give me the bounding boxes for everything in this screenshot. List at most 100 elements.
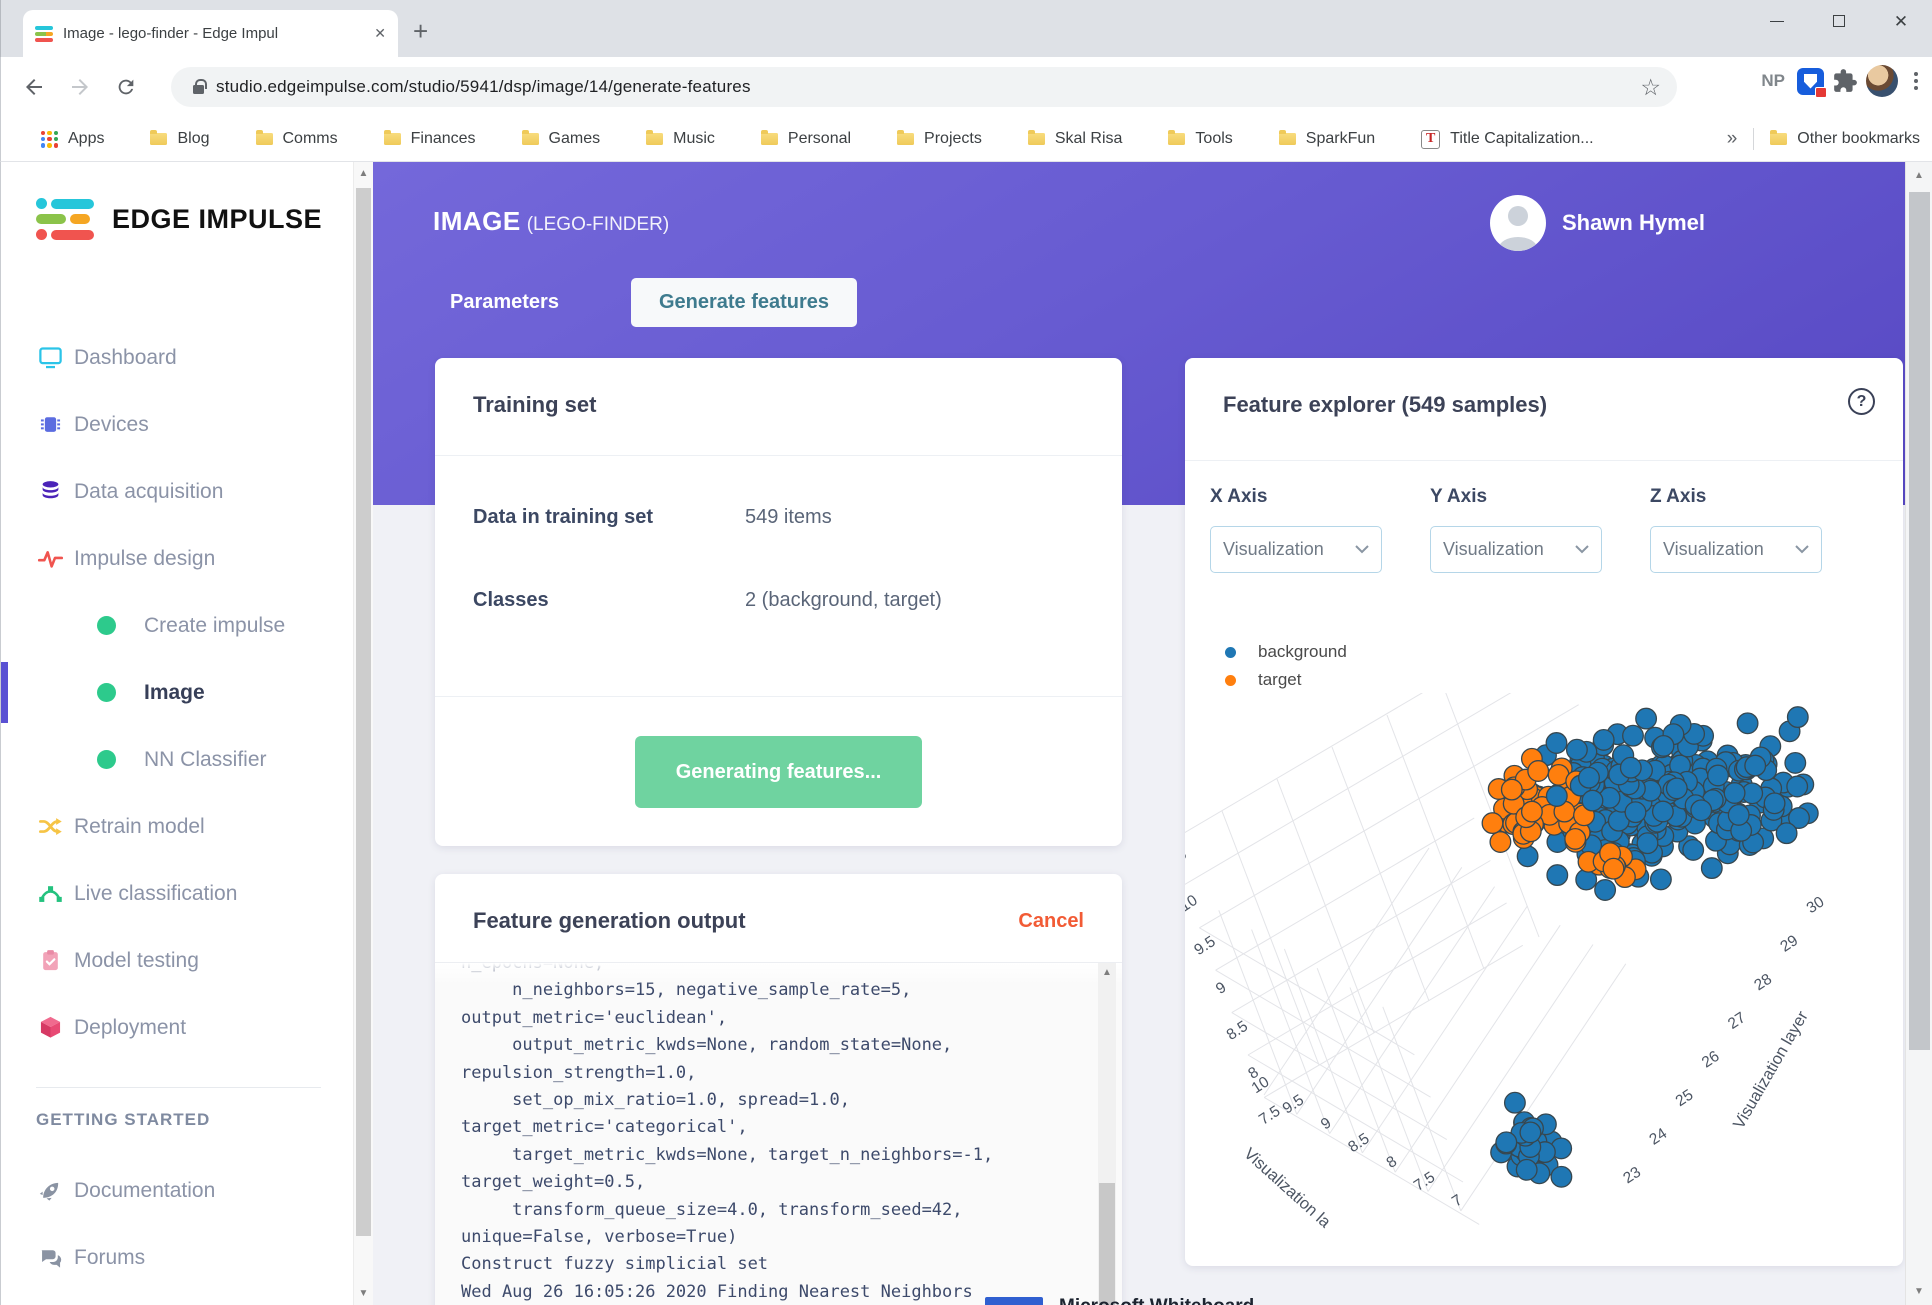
folder-icon (1027, 130, 1045, 145)
sidebar-scrollbar-thumb[interactable] (356, 188, 371, 1236)
sidebar-item-forums[interactable]: Forums (1, 1224, 353, 1291)
x-axis-select[interactable]: Visualization (1210, 526, 1382, 573)
bookmark-sparkfun[interactable]: SparkFun (1278, 130, 1375, 148)
legend-item-target[interactable]: target (1225, 666, 1347, 694)
user-menu[interactable]: Shawn Hymel (1489, 195, 1705, 251)
legend-item-background[interactable]: background (1225, 638, 1347, 666)
main-content: IMAGE (LEGO-FINDER) Parameters Generate f… (373, 162, 1905, 1305)
bookmarks-overflow-chevron[interactable]: » (1727, 128, 1738, 150)
x-axis-label: X Axis (1210, 486, 1268, 507)
page-scrollbar-thumb[interactable] (1909, 192, 1930, 1050)
training-items-value: 549 items (745, 506, 832, 528)
reload-button[interactable] (103, 64, 149, 110)
tab-generate-features[interactable]: Generate features (630, 278, 858, 327)
active-item-indicator (1, 662, 8, 723)
https-lock-icon[interactable] (193, 78, 207, 94)
sidebar-item-model-testing[interactable]: Model testing (1, 927, 353, 994)
bookmarks-bar: Apps Blog Comms Finances Games Music Personal P… (0, 117, 1932, 162)
sidebar-item-nn-classifier[interactable]: NN Classifier (1, 726, 353, 793)
edge-impulse-logo[interactable]: EDGE IMPULSE (36, 198, 322, 240)
sidebar-item-create-impulse[interactable]: Create impulse (1, 592, 353, 659)
folder-icon (150, 130, 168, 145)
scroll-down-icon[interactable]: ▼ (354, 1288, 373, 1299)
clipped-blue-element (985, 1297, 1043, 1305)
bookmark-projects[interactable]: Projects (897, 130, 982, 148)
sidebar-item-label: Image (144, 680, 205, 704)
sidebar-item-impulse-design[interactable]: Impulse design (1, 525, 353, 592)
legend-dot (1225, 646, 1236, 658)
rocket-icon (36, 1177, 64, 1205)
feature-explorer-3d-plot[interactable]: 10.5109.598.587.5109.598.587.57302928272… (1185, 693, 1903, 1263)
bookmark-personal[interactable]: Personal (760, 130, 851, 148)
bookmark-apps[interactable]: Apps (41, 130, 104, 148)
folder-icon (897, 130, 915, 145)
generating-features-button[interactable]: Generating features... (635, 736, 922, 808)
scroll-up-icon[interactable]: ▲ (1098, 967, 1116, 978)
new-tab-button[interactable]: + (413, 18, 428, 44)
scroll-down-icon[interactable]: ▼ (1906, 1286, 1932, 1297)
window-minimize-button[interactable] (1746, 0, 1808, 42)
address-bar[interactable]: studio.edgeimpulse.com/studio/5941/dsp/i… (171, 67, 1677, 107)
bookmark-finances[interactable]: Finances (383, 130, 476, 148)
window-close-button[interactable]: ✕ (1870, 0, 1932, 42)
clipped-bottom-text: Microsoft Whiteboard (985, 1294, 1325, 1305)
browser-titlebar: Image - lego-finder - Edge Impul ✕ + ✕ (0, 0, 1932, 57)
plot-tick-label: 7.5 (1411, 1169, 1438, 1195)
bookmark-comms[interactable]: Comms (255, 130, 338, 148)
sidebar-item-devices[interactable]: Devices (1, 391, 353, 458)
folder-icon (1168, 130, 1186, 145)
plot-tick-label: 29 (1777, 932, 1801, 956)
cancel-button[interactable]: Cancel (1018, 910, 1084, 933)
bookmark-title-capitalization[interactable]: T Title Capitalization... (1421, 129, 1594, 149)
z-axis-select[interactable]: Visualization (1650, 526, 1822, 573)
other-bookmarks-button[interactable]: Other bookmarks (1770, 130, 1920, 148)
folder-icon (521, 130, 539, 145)
sidebar-item-image[interactable]: Image (1, 659, 353, 726)
user-name: Shawn Hymel (1561, 210, 1705, 235)
y-axis-select[interactable]: Visualization (1430, 526, 1602, 573)
bitwarden-extension-icon[interactable] (1797, 67, 1827, 98)
feature-explorer-title: Feature explorer (549 samples) (1223, 392, 1548, 417)
sidebar-item-data-acquisition[interactable]: Data acquisition (1, 458, 353, 525)
sidebar-item-deployment[interactable]: Deployment (1, 994, 353, 1061)
extensions-puzzle-icon[interactable] (1832, 68, 1858, 94)
sidebar-scrollbar[interactable]: ▲ ▼ (353, 162, 373, 1305)
extension-np-badge[interactable]: NP (1757, 71, 1789, 91)
console-scrollbar[interactable]: ▲ (1098, 963, 1116, 1305)
sidebar-item-live-classification[interactable]: Live classification (1, 860, 353, 927)
plot-legend[interactable]: background target (1225, 638, 1347, 694)
browser-tab[interactable]: Image - lego-finder - Edge Impul ✕ (23, 10, 398, 57)
url-text[interactable]: studio.edgeimpulse.com/studio/5941/dsp/i… (216, 77, 751, 97)
sidebar-item-documentation[interactable]: Documentation (1, 1157, 353, 1224)
bookmark-games[interactable]: Games (521, 130, 600, 148)
window-maximize-button[interactable] (1808, 0, 1870, 42)
help-icon[interactable]: ? (1848, 388, 1875, 415)
bookmark-music[interactable]: Music (646, 130, 715, 148)
forward-button[interactable] (57, 64, 103, 110)
browser-profile-avatar[interactable] (1866, 65, 1898, 97)
sidebar-item-dashboard[interactable]: Dashboard (1, 324, 353, 391)
browser-menu-kebab-icon[interactable] (1906, 72, 1926, 90)
bookmark-star-icon[interactable]: ☆ (1640, 74, 1661, 101)
scroll-up-icon[interactable]: ▲ (354, 168, 373, 179)
console-output[interactable]: n_epochs=None, n_neighbors=15, negative_… (435, 962, 1122, 1305)
plot-tick-label: 26 (1699, 1048, 1723, 1072)
sidebar-item-label: Forums (74, 1245, 146, 1269)
sidebar: EDGE IMPULSE Dashboard Devices Data acquis… (0, 162, 353, 1305)
bookmark-blog[interactable]: Blog (150, 130, 210, 148)
shuffle-icon (36, 813, 64, 841)
bookmark-skal-risa[interactable]: Skal Risa (1027, 130, 1122, 148)
edge-impulse-favicon (35, 25, 53, 42)
sidebar-item-retrain-model[interactable]: Retrain model (1, 793, 353, 860)
chevron-down-icon (1575, 541, 1589, 559)
page-scrollbar[interactable]: ▲ ▼ (1905, 162, 1932, 1305)
tab-title: Image - lego-finder - Edge Impul (63, 25, 279, 42)
tab-parameters[interactable]: Parameters (450, 291, 559, 314)
scroll-up-icon[interactable]: ▲ (1906, 170, 1932, 181)
console-scrollbar-thumb[interactable] (1099, 1183, 1115, 1305)
maximize-icon (1833, 15, 1845, 27)
tab-close-icon[interactable]: ✕ (374, 25, 386, 42)
back-button[interactable] (11, 64, 57, 110)
sidebar-item-label: Retrain model (74, 814, 205, 838)
bookmark-tools[interactable]: Tools (1168, 130, 1233, 148)
